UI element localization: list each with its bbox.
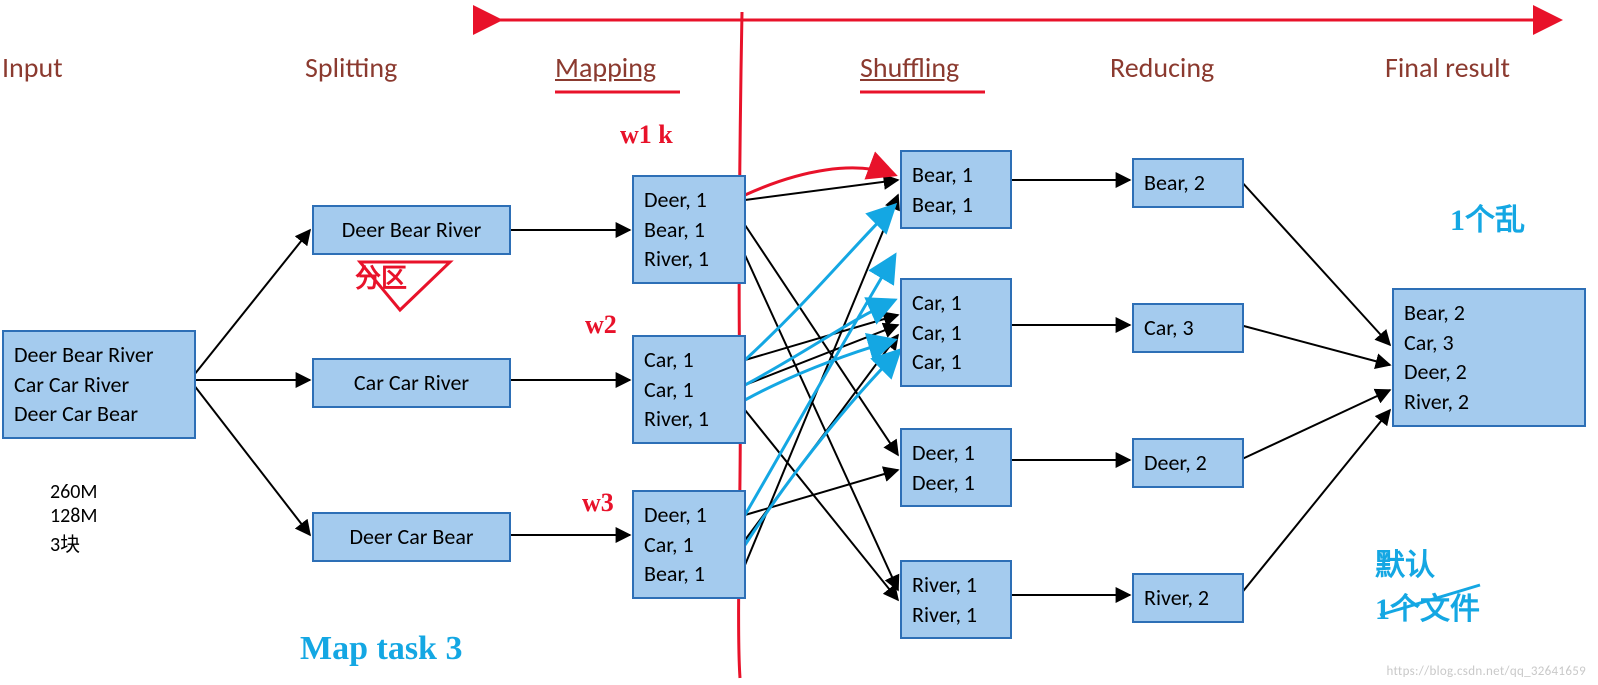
header-splitting: Splitting bbox=[305, 50, 397, 85]
split-box-2: Car Car River bbox=[312, 358, 511, 408]
reduce-box-bear: Bear, 2 bbox=[1132, 158, 1244, 208]
shuffle-box-car: Car, 1 Car, 1 Car, 1 bbox=[900, 278, 1012, 387]
final-box: Bear, 2 Car, 3 Deer, 2 River, 2 bbox=[1392, 288, 1586, 427]
header-mapping: Mapping bbox=[555, 50, 656, 85]
input-box: Deer Bear River Car Car River Deer Car B… bbox=[2, 330, 196, 439]
split-box-3: Deer Car Bear bbox=[312, 512, 511, 562]
scribble-right-bottom: 默认 1个文件 bbox=[1375, 540, 1480, 628]
watermark: https://blog.csdn.net/qq_32641659 bbox=[1386, 664, 1586, 679]
reduce-box-deer: Deer, 2 bbox=[1132, 438, 1244, 488]
scribble-w2: w2 bbox=[585, 310, 617, 340]
shuffle-box-bear: Bear, 1 Bear, 1 bbox=[900, 150, 1012, 229]
map-box-3: Deer, 1 Car, 1 Bear, 1 bbox=[632, 490, 746, 599]
header-final: Final result bbox=[1385, 50, 1510, 85]
header-reducing: Reducing bbox=[1110, 50, 1214, 85]
map-box-1: Deer, 1 Bear, 1 River, 1 bbox=[632, 175, 746, 284]
shuffle-box-deer: Deer, 1 Deer, 1 bbox=[900, 428, 1012, 507]
header-shuffling: Shuffling bbox=[860, 50, 959, 85]
reduce-box-car: Car, 3 bbox=[1132, 303, 1244, 353]
header-input: Input bbox=[2, 50, 63, 85]
scribble-right-top: 1个乱 bbox=[1450, 195, 1525, 239]
split-box-1: Deer Bear River bbox=[312, 205, 511, 255]
scribble-maptask: Map task 3 bbox=[300, 630, 462, 668]
reduce-box-river: River, 2 bbox=[1132, 573, 1244, 623]
map-box-2: Car, 1 Car, 1 River, 1 bbox=[632, 335, 746, 444]
scribble-w1: w1 k bbox=[620, 120, 673, 150]
note-sizes: 260M 128M 3块 bbox=[50, 480, 98, 557]
scribble-w3: w3 bbox=[582, 488, 614, 518]
scribble-fenxiang: 分区 bbox=[355, 258, 407, 295]
shuffle-box-river: River, 1 River, 1 bbox=[900, 560, 1012, 639]
